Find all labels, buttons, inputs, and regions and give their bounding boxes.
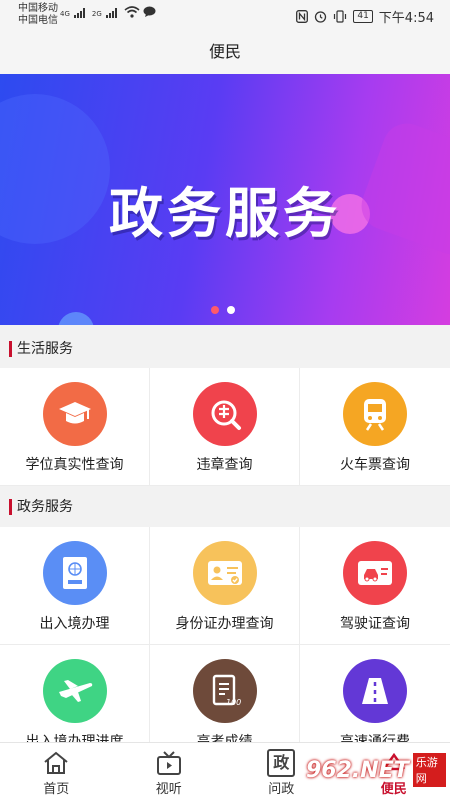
wifi-icon [124, 6, 140, 18]
section-header-life: 生活服务 [0, 330, 450, 368]
network-indicators: 4G 2G [60, 6, 156, 18]
id-card-icon [193, 541, 257, 605]
graduation-cap-icon [43, 382, 107, 446]
tv-icon [156, 751, 181, 775]
section-header-gov: 政务服务 [0, 488, 450, 526]
clock: 下午4:54 [378, 11, 434, 26]
svg-text:100: 100 [226, 698, 241, 707]
service-label: 出入境办理 [39, 616, 110, 632]
system-indicators: 41 下午4:54 [296, 7, 434, 26]
service-train-ticket[interactable]: 火车票查询 [300, 368, 450, 486]
vibrate-icon [334, 10, 347, 23]
service-exit-entry[interactable]: 出入境办理 [0, 527, 150, 645]
carousel-dot[interactable] [211, 306, 219, 314]
message-icon [143, 6, 156, 17]
watermark: 962.NET 乐游网 [306, 746, 446, 794]
carrier-2: 中国电信 [18, 15, 58, 26]
signal-icon [73, 8, 85, 18]
alarm-icon [315, 11, 327, 23]
watermark-sub: 乐游网 [412, 753, 446, 787]
service-label: 火车票查询 [340, 457, 410, 473]
home-icon [44, 751, 68, 774]
carousel-indicator [211, 306, 235, 314]
carrier-1: 中国移动 [18, 3, 58, 14]
carrier-info: 中国移动 中国电信 [18, 3, 58, 27]
carousel-dot[interactable] [227, 306, 235, 314]
service-violation-query[interactable]: 违章查询 [150, 368, 300, 486]
service-driver-license[interactable]: 驾驶证查询 [300, 527, 450, 645]
service-label: 驾驶证查询 [340, 616, 410, 632]
service-label: 身份证办理查询 [175, 616, 274, 632]
airplane-icon [43, 659, 107, 723]
network-type-1: 4G [60, 10, 70, 18]
tab-home[interactable]: 首页 [0, 743, 113, 800]
train-icon [343, 382, 407, 446]
service-degree-verify[interactable]: 学位真实性查询 [0, 368, 150, 486]
signal-icon-2 [105, 8, 117, 18]
banner-title: 政务服务 [109, 182, 341, 245]
tab-label: 首页 [43, 782, 70, 797]
service-label: 违章查询 [196, 457, 253, 473]
page-title: 便民 [0, 32, 450, 74]
banner-carousel[interactable]: 政务服务 [0, 74, 450, 325]
driver-license-icon [343, 541, 407, 605]
nfc-icon [296, 10, 309, 23]
battery-icon: 41 [353, 10, 373, 23]
gov-services-grid: 出入境办理 身份证办理查询 驾驶证查询 出入境办理进度 100 高考成绩 高速通… [0, 527, 450, 763]
banner-decor [58, 312, 94, 325]
life-services-grid: 学位真实性查询 违章查询 火车票查询 [0, 368, 450, 486]
exam-score-icon: 100 [193, 659, 257, 723]
watermark-text: 962.NET [306, 757, 409, 783]
passport-icon [43, 541, 107, 605]
service-label: 学位真实性查询 [25, 457, 124, 473]
tab-label: 视听 [155, 782, 182, 797]
tab-video[interactable]: 视听 [113, 743, 226, 800]
service-id-card[interactable]: 身份证办理查询 [150, 527, 300, 645]
network-type-2: 2G [91, 10, 102, 18]
status-bar: 中国移动 中国电信 4G 2G 41 下午4:54 [0, 0, 450, 32]
violation-search-icon [193, 382, 257, 446]
highway-icon [343, 659, 407, 723]
politics-icon: 政 [267, 749, 296, 777]
